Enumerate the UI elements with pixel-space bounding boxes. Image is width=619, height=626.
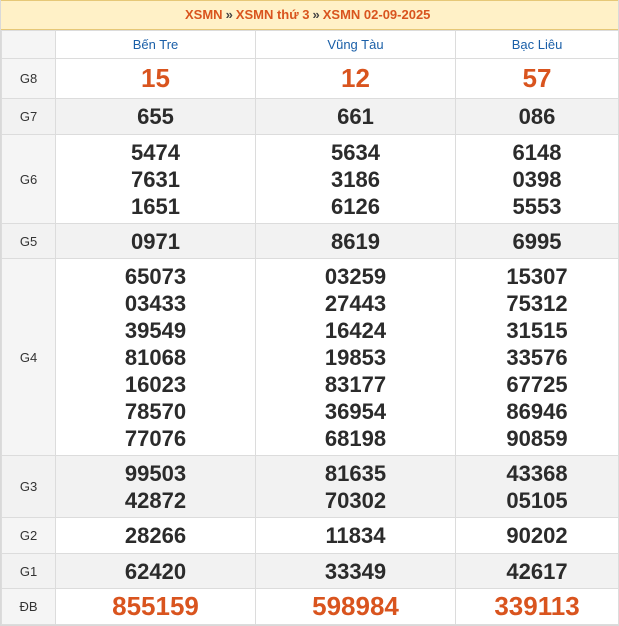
prize-cell: 6148 0398 5553 bbox=[455, 134, 619, 224]
prize-number: 39549 bbox=[124, 317, 187, 343]
jackpot-number: 855159 bbox=[55, 588, 256, 625]
prize-number: 81635 bbox=[324, 460, 387, 486]
prize-number: 16023 bbox=[124, 371, 187, 397]
prize-cell: 81635 70302 bbox=[255, 455, 456, 518]
province-bac-lieu[interactable]: Bạc Liêu bbox=[455, 30, 619, 59]
prize-row-g5: G5 0971 8619 6995 bbox=[1, 223, 619, 259]
prize-number: 42617 bbox=[455, 553, 619, 589]
prize-number: 05105 bbox=[506, 487, 568, 513]
prize-cell: 65073 03433 39549 81068 16023 78570 7707… bbox=[55, 258, 256, 456]
prize-number: 68198 bbox=[324, 425, 387, 451]
prize-number: 6995 bbox=[455, 223, 619, 259]
breadcrumb-link-xsmn-date[interactable]: XSMN 02-09-2025 bbox=[323, 7, 431, 22]
prize-number: 16424 bbox=[324, 317, 387, 343]
province-ben-tre[interactable]: Bến Tre bbox=[55, 30, 256, 59]
prize-number: 7631 bbox=[131, 166, 180, 192]
prize-number: 5553 bbox=[512, 193, 562, 219]
prize-number: 36954 bbox=[324, 398, 387, 424]
prize-number: 86946 bbox=[506, 398, 568, 424]
prize-number: 28266 bbox=[55, 517, 256, 554]
prize-number: 81068 bbox=[124, 344, 187, 370]
prize-label: G7 bbox=[1, 98, 56, 135]
prize-number: 99503 bbox=[124, 460, 187, 486]
jackpot-number: 339113 bbox=[455, 588, 619, 625]
prize-number: 33349 bbox=[255, 553, 456, 589]
prize-label: G2 bbox=[1, 517, 56, 554]
prize-number: 12 bbox=[255, 58, 456, 99]
prize-label: G3 bbox=[1, 455, 56, 518]
jackpot-number: 598984 bbox=[255, 588, 456, 625]
prize-label: G1 bbox=[1, 553, 56, 589]
prize-number: 0971 bbox=[55, 223, 256, 259]
breadcrumb-separator: » bbox=[225, 7, 233, 22]
province-header-row: Bến Tre Vũng Tàu Bạc Liêu bbox=[1, 30, 619, 59]
prize-row-g1: G1 62420 33349 42617 bbox=[1, 553, 619, 589]
prize-number: 1651 bbox=[131, 193, 180, 219]
prize-number: 31515 bbox=[506, 317, 568, 343]
prize-cell: 15307 75312 31515 33576 67725 86946 9085… bbox=[455, 258, 619, 456]
prize-number: 65073 bbox=[124, 263, 187, 289]
province-vung-tau[interactable]: Vũng Tàu bbox=[255, 30, 456, 59]
prize-row-g6: G6 5474 7631 1651 5634 3186 6126 6148 03… bbox=[1, 134, 619, 224]
prize-number: 42872 bbox=[124, 487, 187, 513]
prize-cell: 5474 7631 1651 bbox=[55, 134, 256, 224]
prize-number: 0398 bbox=[512, 166, 562, 192]
prize-number: 3186 bbox=[331, 166, 380, 192]
breadcrumb-link-xsmn[interactable]: XSMN bbox=[185, 7, 223, 22]
prize-number: 8619 bbox=[255, 223, 456, 259]
prize-number: 90859 bbox=[506, 425, 568, 451]
prize-number: 70302 bbox=[324, 487, 387, 513]
prize-number: 62420 bbox=[55, 553, 256, 589]
prize-number: 90202 bbox=[455, 517, 619, 554]
prize-number: 77076 bbox=[124, 425, 187, 451]
prize-number: 6148 bbox=[512, 139, 562, 165]
breadcrumb-separator: » bbox=[312, 7, 320, 22]
prize-number: 78570 bbox=[124, 398, 187, 424]
prize-cell: 5634 3186 6126 bbox=[255, 134, 456, 224]
prize-number: 57 bbox=[455, 58, 619, 99]
prize-label: G8 bbox=[1, 58, 56, 99]
prize-cell: 43368 05105 bbox=[455, 455, 619, 518]
prize-row-g2: G2 28266 11834 90202 bbox=[1, 517, 619, 554]
prize-number: 83177 bbox=[324, 371, 387, 397]
prize-number: 03259 bbox=[324, 263, 387, 289]
prize-number: 5474 bbox=[131, 139, 180, 165]
prize-number: 19853 bbox=[324, 344, 387, 370]
prize-number: 43368 bbox=[506, 460, 568, 486]
prize-number: 655 bbox=[55, 98, 256, 135]
prize-row-db: ĐB 855159 598984 339113 bbox=[1, 588, 619, 625]
breadcrumb: XSMN» XSMN thứ 3» XSMN 02-09-2025 bbox=[1, 0, 618, 30]
prize-number: 15 bbox=[55, 58, 256, 99]
prize-row-g7: G7 655 661 086 bbox=[1, 98, 619, 135]
prize-label: ĐB bbox=[1, 588, 56, 625]
prize-number: 67725 bbox=[506, 371, 568, 397]
prize-number: 75312 bbox=[506, 290, 568, 316]
prize-number: 11834 bbox=[255, 517, 456, 554]
prize-number: 27443 bbox=[324, 290, 387, 316]
prize-label: G4 bbox=[1, 258, 56, 456]
prize-number: 6126 bbox=[331, 193, 380, 219]
prize-row-g3: G3 99503 42872 81635 70302 43368 05105 bbox=[1, 455, 619, 518]
corner-cell bbox=[1, 30, 56, 59]
prize-row-g4: G4 65073 03433 39549 81068 16023 78570 7… bbox=[1, 258, 619, 456]
prize-label: G6 bbox=[1, 134, 56, 224]
prize-number: 33576 bbox=[506, 344, 568, 370]
prize-row-g8: G8 15 12 57 bbox=[1, 58, 619, 99]
prize-number: 5634 bbox=[331, 139, 380, 165]
results-container: XSMN» XSMN thứ 3» XSMN 02-09-2025 Bến Tre … bbox=[0, 0, 619, 626]
prize-number: 15307 bbox=[506, 263, 568, 289]
prize-cell: 03259 27443 16424 19853 83177 36954 6819… bbox=[255, 258, 456, 456]
breadcrumb-link-xsmn-thu3[interactable]: XSMN thứ 3 bbox=[236, 7, 310, 22]
prize-number: 661 bbox=[255, 98, 456, 135]
prize-label: G5 bbox=[1, 223, 56, 259]
prize-number: 086 bbox=[455, 98, 619, 135]
prize-number: 03433 bbox=[124, 290, 187, 316]
results-table: Bến Tre Vũng Tàu Bạc Liêu G8 15 12 57 G7… bbox=[1, 30, 619, 625]
prize-cell: 99503 42872 bbox=[55, 455, 256, 518]
